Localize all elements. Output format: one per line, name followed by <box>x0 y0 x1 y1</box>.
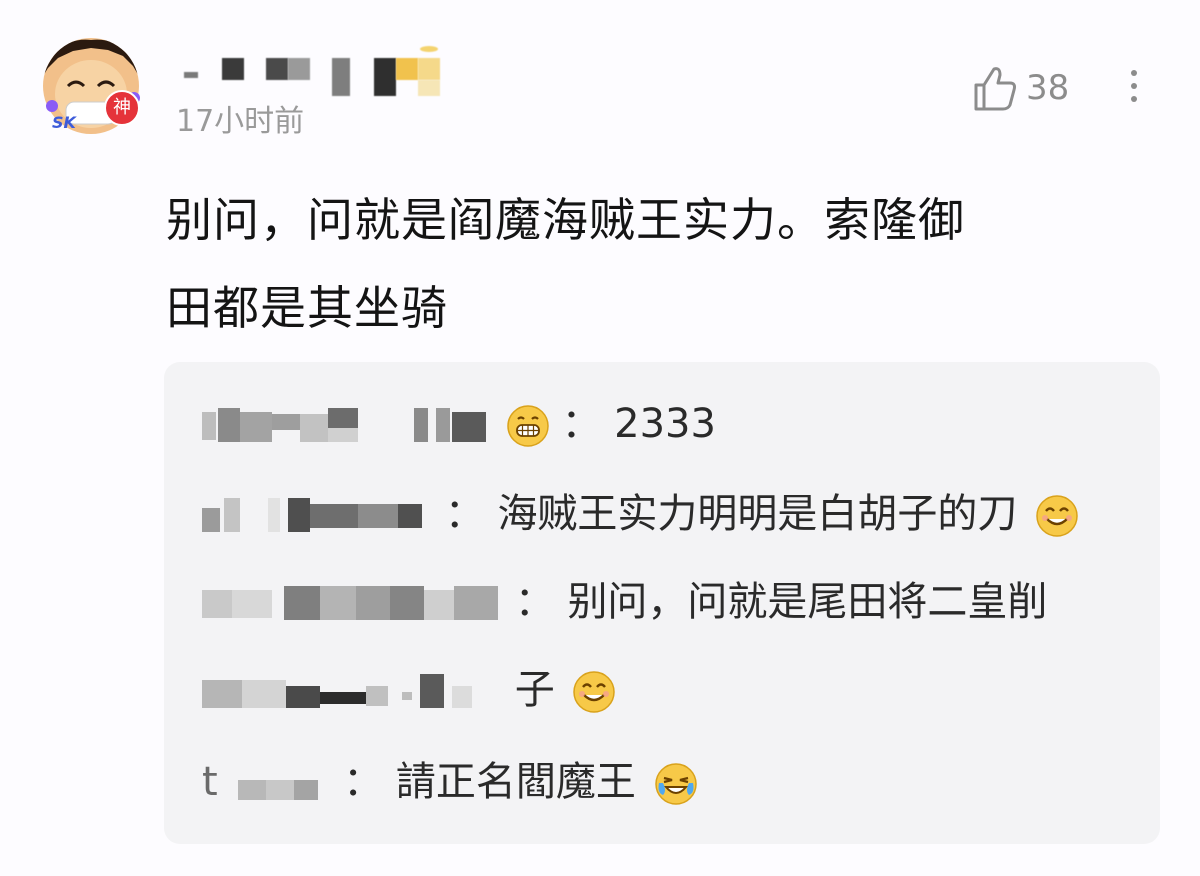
reply-item[interactable]: t ： 請正名閻魔王 <box>202 754 697 810</box>
reply-username-redacted <box>202 406 494 446</box>
avatar-badge: 神 <box>104 90 140 126</box>
reply-text-redacted <box>202 672 502 712</box>
reply-username-redacted <box>202 584 502 624</box>
grin-emoji-icon <box>506 405 549 447</box>
reply-text: 子 <box>514 667 555 713</box>
smile-emoji-icon <box>1036 495 1078 537</box>
username-redacted[interactable] <box>176 46 446 98</box>
reply-username-redacted <box>230 764 330 804</box>
comment-line-2: 田都是其坐骑 <box>166 281 448 335</box>
reply-username-redacted <box>202 496 432 536</box>
comment-line-1: 别问，问就是阎魔海贼王实力。索隆御 <box>166 193 965 247</box>
comment-timestamp: 17小时前 <box>176 104 305 139</box>
reply-text: 2333 <box>614 401 716 447</box>
reply-item[interactable]: ： 2333 <box>202 396 716 452</box>
reply-separator: ： <box>561 401 602 447</box>
reply-text: 海贼王实力明明是白胡子的刀 <box>497 491 1018 537</box>
reply-text: 請正名閻魔王 <box>395 759 636 805</box>
avatar[interactable]: 神 SK <box>38 36 144 136</box>
reply-separator: ： <box>514 579 555 625</box>
reply-username-prefix: t <box>202 759 218 805</box>
replies-panel[interactable]: ： 2333 ： 海贼王实力明明是白胡子的刀 ： 别问，问就是尾田将二皇削 子 … <box>164 362 1160 844</box>
avatar-tag: SK <box>52 113 76 132</box>
comment-body: 别问，问就是阎魔海贼王实力。索隆御 田都是其坐骑 <box>166 176 1156 352</box>
reply-continuation[interactable]: 子 <box>202 662 616 718</box>
avatar-tag-label: SK <box>52 113 76 132</box>
laugh-cry-emoji-icon <box>654 763 697 805</box>
reply-separator: ： <box>343 759 384 805</box>
reply-text: 别问，问就是尾田将二皇削 <box>567 579 1048 625</box>
like-count: 38 <box>1026 68 1070 108</box>
smile-emoji-icon <box>573 671 616 713</box>
thumbs-up-icon <box>974 67 1016 111</box>
avatar-badge-label: 神 <box>113 97 131 118</box>
reply-separator: ： <box>444 491 485 537</box>
more-options-icon[interactable] <box>1122 64 1146 114</box>
reply-item[interactable]: ： 别问，问就是尾田将二皇削 <box>202 574 1047 630</box>
reply-item[interactable]: ： 海贼王实力明明是白胡子的刀 <box>202 486 1078 542</box>
like-button[interactable]: 38 <box>970 60 1069 116</box>
